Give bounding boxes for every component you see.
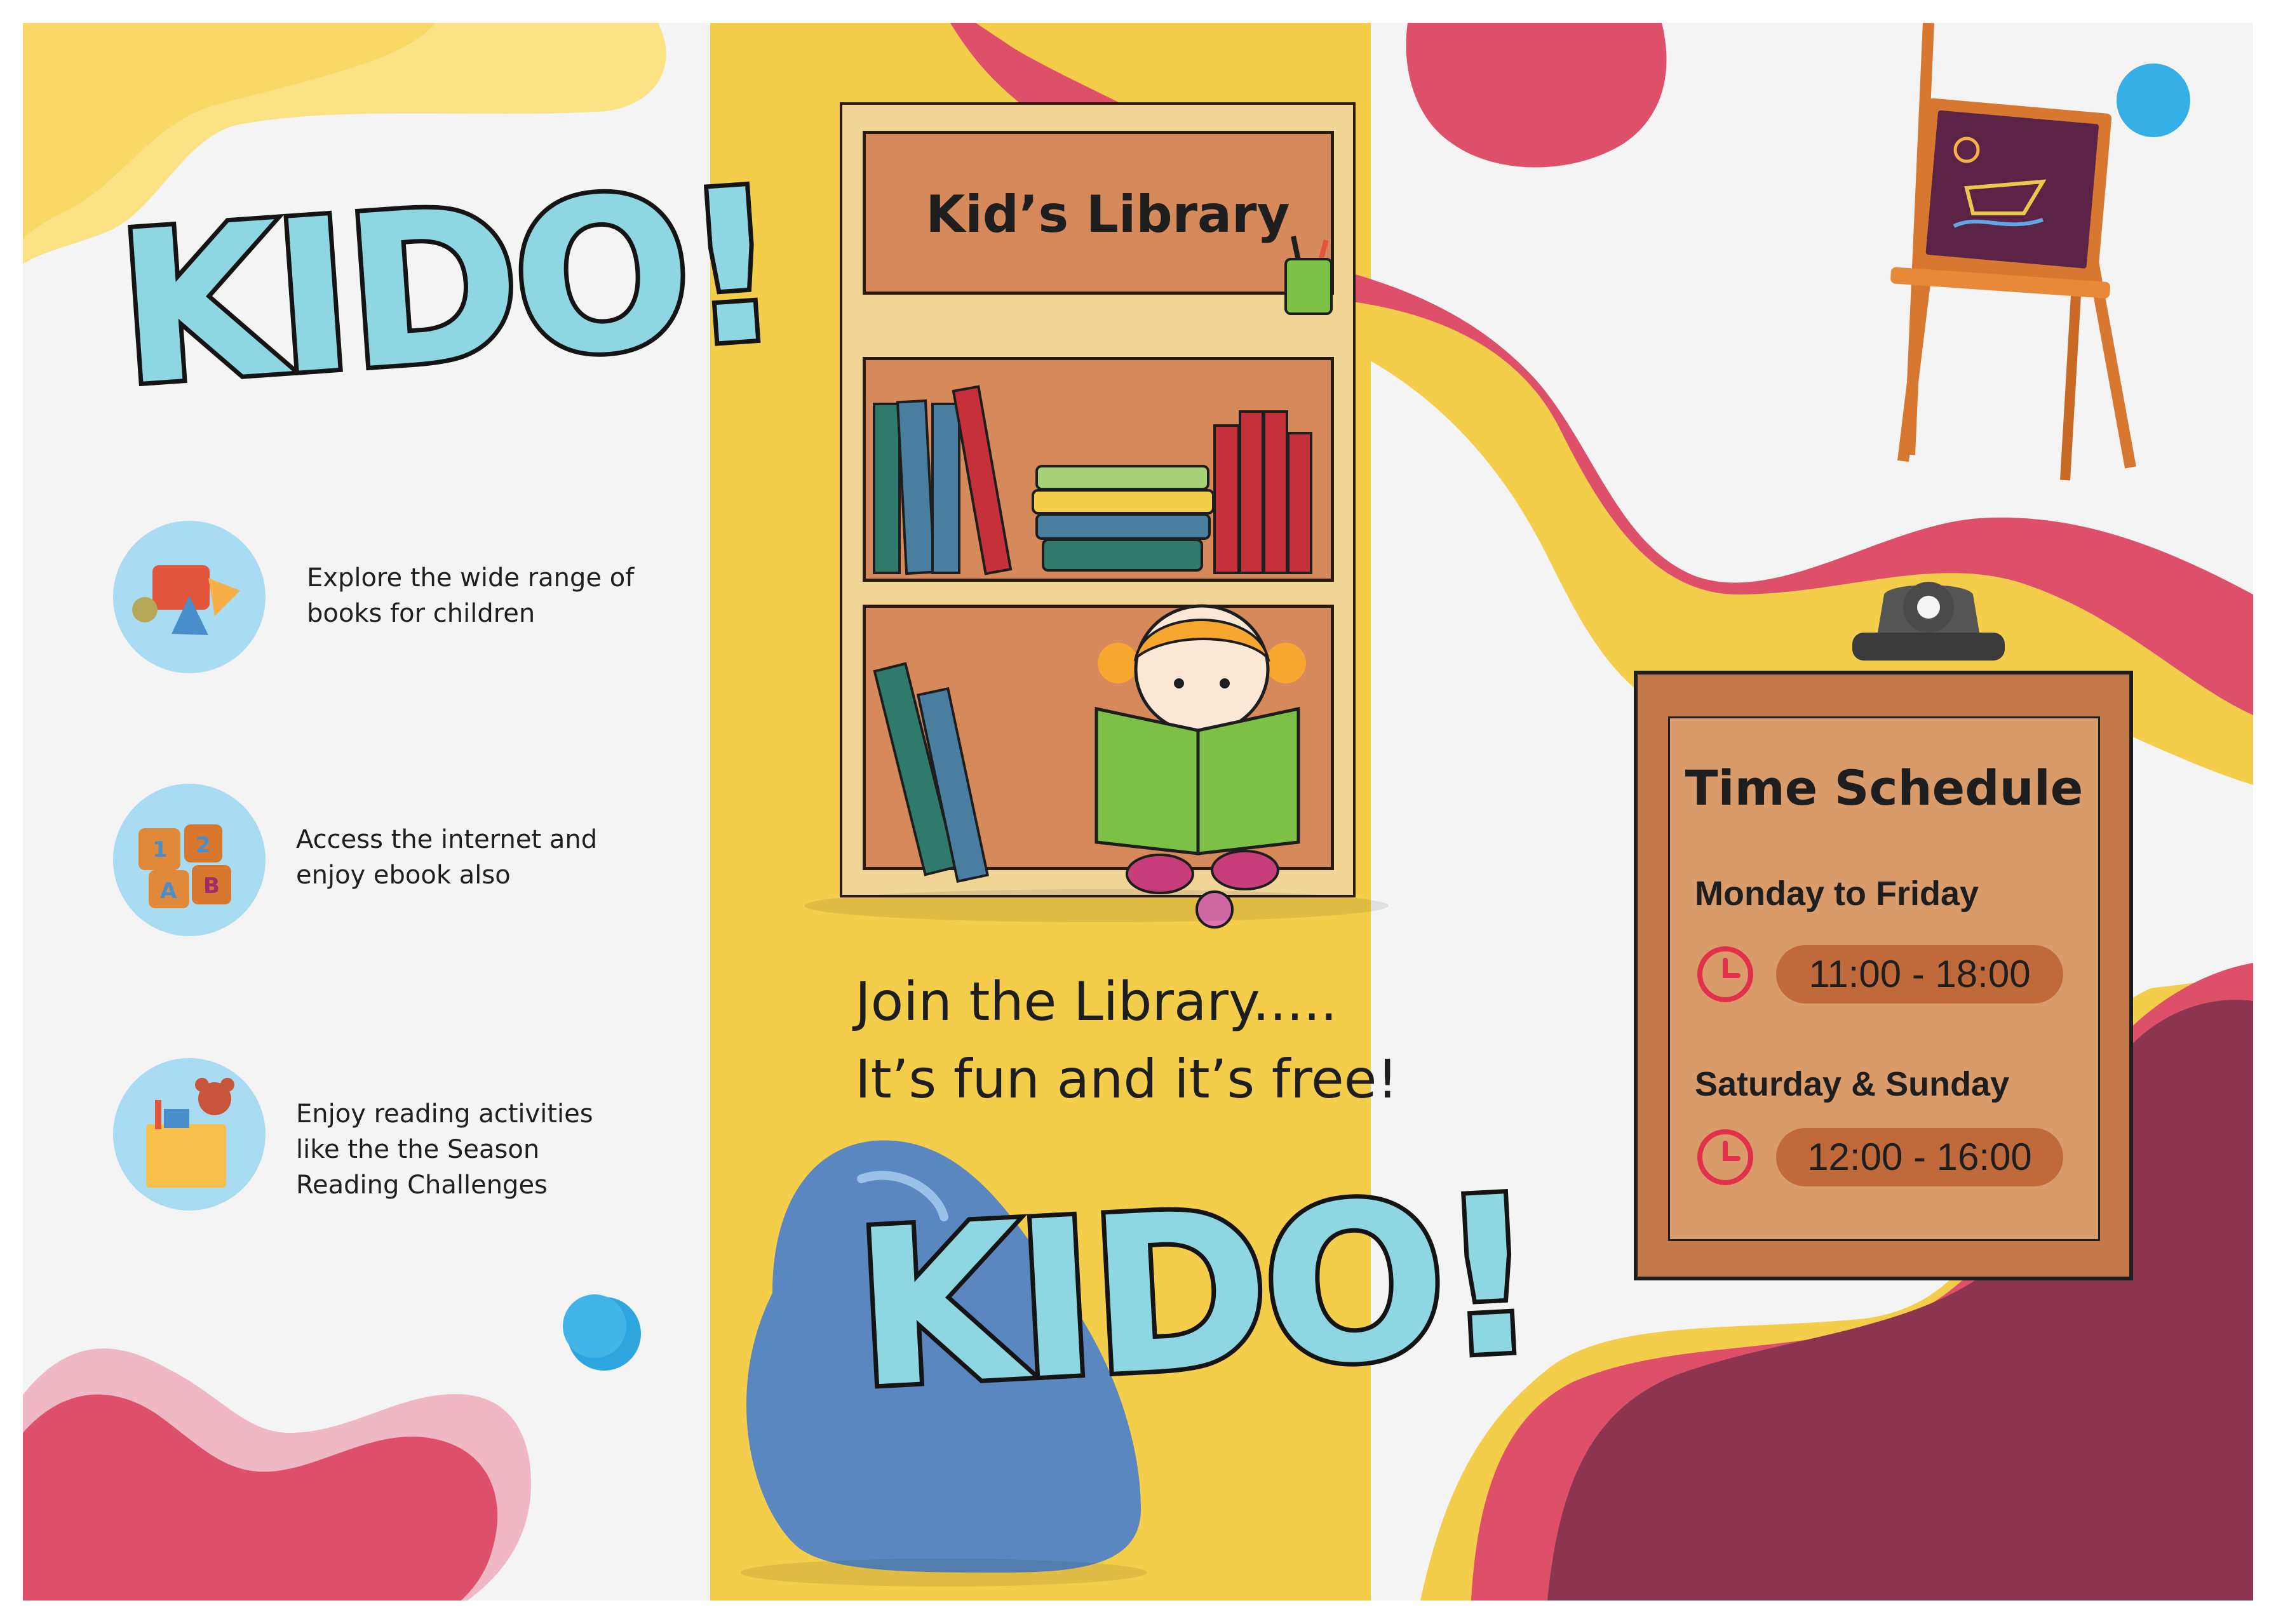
tagline-line-1: Join the Library.....	[855, 970, 1338, 1033]
kido-logo-bottom: KIDO!	[844, 1145, 1543, 1440]
svg-text:B: B	[203, 873, 220, 899]
schedule-hours-1: 11:00 - 18:00	[1776, 945, 2063, 1003]
feature-text-1: Explore the wide range of books for chil…	[307, 563, 635, 628]
svg-text:2: 2	[196, 833, 211, 858]
tagline-line-2: It’s fun and it’s free!	[855, 1048, 1399, 1110]
brochure: KIDO! Explore the wide range of books fo…	[23, 23, 2253, 1601]
schedule-title: Time Schedule	[1685, 760, 2084, 816]
schedule-hours-2: 12:00 - 16:00	[1776, 1128, 2063, 1186]
clock-icon	[1697, 1129, 1753, 1185]
schedule-days-2: Saturday & Sunday	[1695, 1065, 2010, 1103]
abc-blocks-icon: 1 2 A B	[113, 784, 266, 936]
schedule-days-1: Monday to Friday	[1695, 875, 1979, 913]
feature-text-3: Enjoy reading activities like the the Se…	[296, 1099, 593, 1200]
shelf-bottom	[863, 605, 1334, 870]
library-title: Kid’s Library	[926, 185, 1290, 244]
tagline: Join the Library..... It’s fun and it’s …	[855, 963, 1398, 1118]
toy-box-icon	[113, 1058, 266, 1211]
kido-logo-top: KIDO!	[106, 138, 787, 436]
feature-text-2: Access the internet and enjoy ebook also	[296, 825, 598, 890]
clock-icon	[1697, 946, 1753, 1002]
svg-text:A: A	[160, 878, 177, 904]
shelf-middle	[863, 357, 1334, 582]
shapes-icon	[113, 521, 266, 673]
svg-text:1: 1	[152, 837, 168, 862]
